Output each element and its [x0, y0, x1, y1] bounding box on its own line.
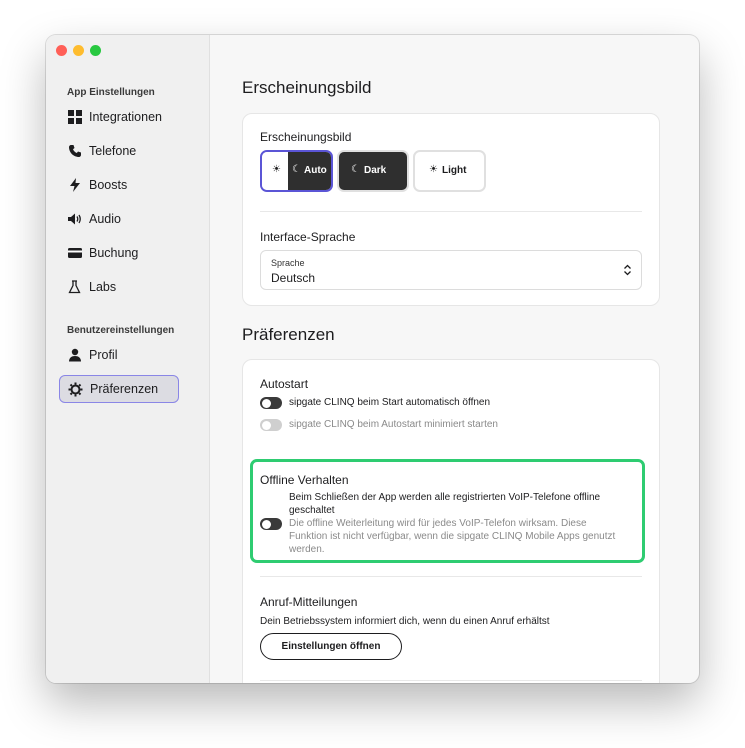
divider	[260, 211, 642, 212]
offline-line1: Beim Schließen der App werden alle regis…	[289, 492, 601, 503]
sidebar-item-label: Profil	[89, 348, 118, 362]
section-label-user: Benutzereinstellungen	[67, 325, 175, 336]
sun-icon: ☀	[272, 164, 281, 175]
open-settings-button[interactable]: Einstellungen öffnen	[260, 633, 402, 660]
speaker-icon	[67, 212, 82, 227]
main-content: Erscheinungsbild Erscheinungsbild ☀ ☾ Au…	[210, 35, 699, 683]
sidebar-item-label: Boosts	[89, 178, 128, 192]
theme-dark-label: Dark	[364, 165, 387, 176]
sidebar: App Einstellungen Integrationen Telefone…	[46, 35, 210, 683]
sidebar-item-label: Telefone	[89, 144, 137, 158]
app-window: App Einstellungen Integrationen Telefone…	[46, 35, 699, 683]
appearance-card: Erscheinungsbild ☀ ☾ Auto ☾ Dark ☀ Light…	[242, 113, 660, 306]
sun-icon: ☀	[429, 164, 438, 175]
sidebar-item-profil[interactable]: Profil	[59, 341, 179, 369]
preferences-heading: Präferenzen	[242, 325, 335, 344]
notify-desc: Dein Betriebssystem informiert dich, wen…	[260, 616, 550, 627]
offline-toggle[interactable]	[260, 518, 282, 530]
appearance-heading: Erscheinungsbild	[242, 78, 372, 97]
sidebar-item-label: Integrationen	[89, 110, 162, 124]
sidebar-item-integrationen[interactable]: Integrationen	[59, 103, 179, 131]
window-controls	[56, 45, 101, 56]
theme-dark-button[interactable]: ☾ Dark	[337, 150, 409, 192]
divider	[260, 680, 642, 681]
autostart-open-text: sipgate CLINQ beim Start automatisch öff…	[289, 397, 491, 408]
moon-icon: ☾	[292, 164, 301, 175]
sidebar-item-labs[interactable]: Labs	[59, 273, 179, 301]
select-value: Deutsch	[271, 271, 316, 285]
offline-desc1: Die offline Weiterleitung wird für jedes…	[289, 518, 587, 529]
sidebar-item-label: Audio	[89, 212, 121, 226]
offline-desc3: werden.	[289, 544, 325, 555]
zoom-window-button[interactable]	[90, 45, 101, 56]
gear-icon	[68, 382, 83, 397]
sidebar-item-label: Labs	[89, 280, 117, 294]
offline-label: Offline Verhalten	[260, 473, 349, 487]
offline-desc2: Funktion ist nicht verfügbar, wenn die s…	[289, 531, 616, 542]
sidebar-item-telefone[interactable]: Telefone	[59, 137, 179, 165]
offline-line2: geschaltet	[289, 505, 335, 516]
theme-auto-button[interactable]: ☀ ☾ Auto	[260, 150, 333, 192]
autostart-minimized-toggle[interactable]	[260, 419, 282, 431]
chevron-updown-icon	[623, 263, 632, 281]
grid-icon	[67, 110, 82, 125]
autostart-minimized-text: sipgate CLINQ beim Autostart minimiert s…	[289, 419, 498, 430]
close-window-button[interactable]	[56, 45, 67, 56]
theme-auto-label: Auto	[304, 165, 327, 176]
theme-light-button[interactable]: ☀ Light	[413, 150, 486, 192]
language-label: Interface-Sprache	[260, 230, 356, 244]
language-select[interactable]: Sprache Deutsch	[260, 250, 642, 290]
divider	[260, 576, 642, 577]
autostart-open-toggle[interactable]	[260, 397, 282, 409]
autostart-label: Autostart	[260, 377, 309, 391]
phone-icon	[67, 144, 82, 159]
offline-behavior-section: Offline Verhalten Beim Schließen der App…	[250, 459, 645, 563]
credit-card-icon	[67, 246, 82, 261]
sidebar-item-label: Präferenzen	[90, 382, 159, 396]
moon-icon: ☾	[351, 164, 360, 175]
minimize-window-button[interactable]	[73, 45, 84, 56]
sidebar-item-buchung[interactable]: Buchung	[59, 239, 179, 267]
sidebar-item-boosts[interactable]: Boosts	[59, 171, 179, 199]
sidebar-item-audio[interactable]: Audio	[59, 205, 179, 233]
theme-light-label: Light	[442, 165, 467, 176]
appearance-label: Erscheinungsbild	[260, 130, 352, 144]
notify-label: Anruf-Mitteilungen	[260, 595, 358, 609]
user-icon	[67, 348, 82, 363]
sidebar-item-praeferenzen[interactable]: Präferenzen	[59, 375, 179, 403]
bolt-icon	[67, 178, 82, 193]
flask-icon	[67, 280, 82, 295]
sidebar-item-label: Buchung	[89, 246, 139, 260]
select-caption: Sprache	[271, 258, 305, 268]
section-label-app: App Einstellungen	[67, 87, 155, 98]
